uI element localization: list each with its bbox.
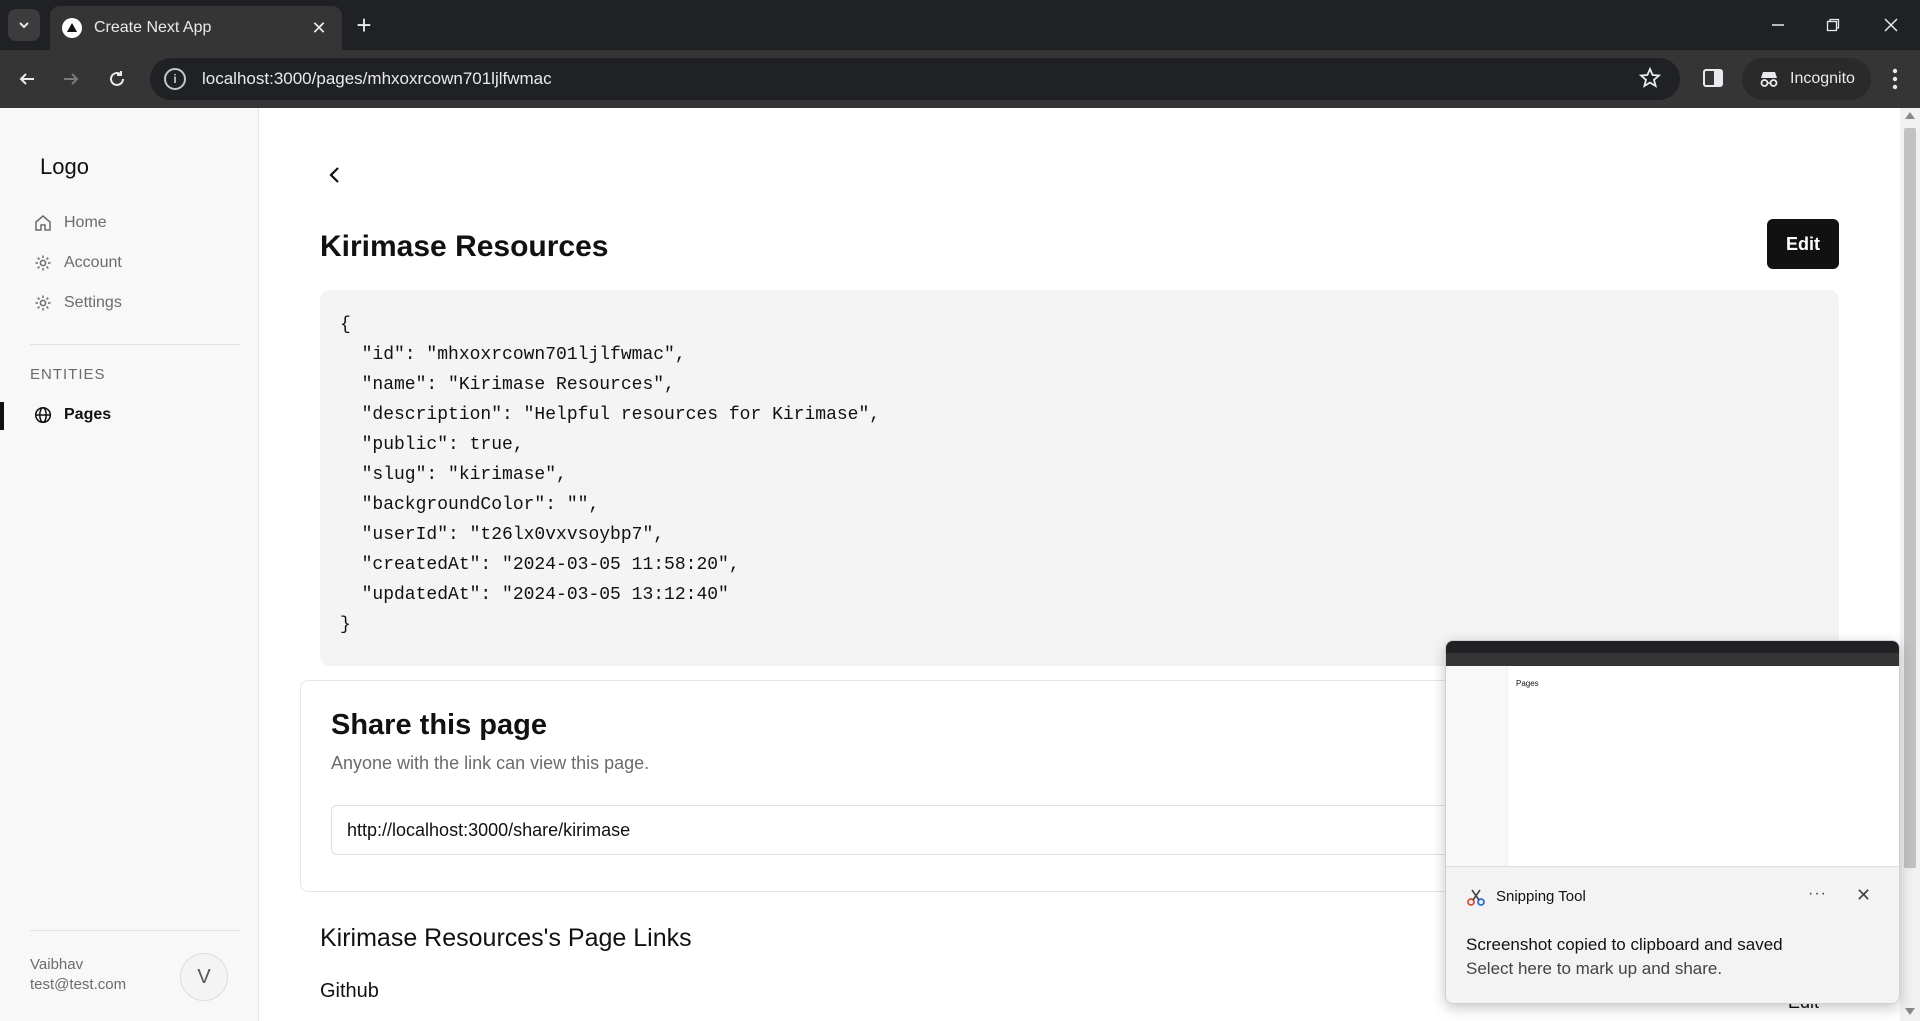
forward-button[interactable] (56, 64, 86, 94)
tab-title: Create Next App (94, 19, 212, 36)
back-button[interactable] (12, 64, 42, 94)
scissors-icon (1466, 887, 1486, 907)
thumbnail-tab-bar (1446, 641, 1899, 653)
json-preview: { "id": "mhxoxrcown701ljlfwmac", "name":… (320, 290, 1839, 666)
nextjs-icon (62, 18, 82, 38)
snipping-tool-notification[interactable]: Pages Snipping Tool ··· ✕ Screenshot cop… (1445, 640, 1900, 1004)
json-line: "userId": "t26lx0vxvsoybp7", (340, 525, 665, 545)
close-icon (1884, 18, 1898, 32)
incognito-icon (1760, 72, 1778, 87)
sidebar-item-pages[interactable]: Pages (34, 406, 111, 424)
json-line: "updatedAt": "2024-03-05 13:12:40" (340, 585, 729, 605)
json-line: "name": "Kirimase Resources", (340, 375, 675, 395)
sidebar: Logo Home Account Settings ENTITIES Page… (0, 108, 259, 1021)
avatar[interactable]: V (180, 953, 228, 1001)
reload-button[interactable] (102, 64, 132, 94)
minimize-button[interactable] (1755, 10, 1801, 40)
back-link[interactable] (320, 160, 350, 190)
screenshot-thumbnail[interactable]: Pages (1446, 641, 1899, 867)
arrow-right-icon (64, 73, 79, 85)
json-line: "id": "mhxoxrcown701ljlfwmac", (340, 345, 686, 365)
close-window-button[interactable] (1868, 10, 1914, 40)
edit-button[interactable]: Edit (1767, 219, 1839, 269)
browser-tab[interactable]: Create Next App ✕ (50, 6, 342, 50)
gear-icon (35, 295, 51, 311)
scrollbar-thumb[interactable] (1904, 128, 1916, 868)
scroll-up-icon[interactable] (1905, 112, 1915, 119)
gear-icon (35, 255, 51, 271)
active-indicator (0, 402, 4, 430)
globe-icon (34, 406, 52, 424)
new-tab-button[interactable]: + (350, 12, 378, 40)
reload-icon (110, 71, 124, 86)
share-subtitle: Anyone with the link can view this page. (331, 753, 650, 773)
incognito-indicator[interactable]: Incognito (1742, 58, 1871, 100)
url-text: localhost:3000/pages/mhxoxrcown701ljlfwm… (202, 69, 552, 88)
more-options-icon[interactable]: ··· (1808, 885, 1827, 903)
json-line: } (340, 615, 351, 635)
browser-tab-bar: Create Next App ✕ + (0, 0, 1920, 50)
browser-toolbar: i localhost:3000/pages/mhxoxrcown701ljlf… (0, 50, 1920, 108)
app-logo[interactable]: Logo (40, 154, 89, 180)
browser-menu-button[interactable] (1880, 64, 1910, 94)
address-bar[interactable]: i localhost:3000/pages/mhxoxrcown701ljlf… (150, 58, 1680, 100)
json-line: "description": "Helpful resources for Ki… (340, 405, 881, 425)
json-line: "public": true, (340, 435, 524, 455)
share-title: Share this page (331, 709, 547, 741)
page-links-heading: Kirimase Resources's Page Links (320, 924, 692, 952)
close-tab-icon[interactable]: ✕ (308, 18, 330, 39)
sidebar-item-settings[interactable]: Settings (34, 294, 122, 312)
tab-search-button[interactable] (8, 9, 40, 41)
sidebar-item-label: Pages (64, 406, 112, 423)
bookmark-star-icon[interactable] (1638, 66, 1662, 95)
sidebar-item-label: Home (64, 214, 107, 231)
sidebar-item-label: Account (64, 254, 122, 271)
minimize-icon (1772, 24, 1784, 26)
json-line: "createdAt": "2024-03-05 11:58:20", (340, 555, 740, 575)
thumbnail-title: Pages (1516, 679, 1539, 688)
kebab-menu-icon (1892, 68, 1898, 90)
restore-icon (1826, 18, 1840, 32)
json-line: { (340, 315, 351, 335)
chevron-left-icon (329, 167, 339, 183)
toast-sub-message: Select here to mark up and share. (1466, 959, 1723, 978)
user-name: Vaibhav (30, 956, 84, 973)
sidebar-divider (30, 930, 240, 931)
incognito-label: Incognito (1790, 70, 1855, 87)
json-line: "backgroundColor": "", (340, 495, 600, 515)
list-item[interactable]: Github (320, 980, 379, 1003)
side-panel-button[interactable] (1700, 65, 1726, 96)
close-icon[interactable]: ✕ (1856, 885, 1871, 906)
thumbnail-sidebar (1446, 666, 1508, 866)
home-icon (35, 215, 51, 231)
chevron-down-icon (19, 22, 29, 29)
sidebar-item-home[interactable]: Home (34, 214, 107, 232)
site-info-icon[interactable]: i (164, 68, 186, 90)
entities-heading: ENTITIES (30, 366, 106, 383)
user-email: test@test.com (30, 976, 127, 993)
thumbnail-toolbar (1446, 653, 1899, 666)
arrow-left-icon (19, 73, 34, 85)
scroll-down-icon[interactable] (1905, 1008, 1915, 1015)
scrollbar[interactable] (1900, 108, 1920, 1021)
toast-message: Screenshot copied to clipboard and saved (1466, 935, 1783, 954)
sidebar-item-label: Settings (64, 294, 122, 311)
toast-app-name: Snipping Tool (1496, 888, 1586, 905)
json-line: "slug": "kirimase", (340, 465, 567, 485)
page-title: Kirimase Resources (320, 230, 609, 263)
restore-button[interactable] (1810, 10, 1856, 40)
sidebar-divider (30, 344, 240, 345)
sidebar-item-account[interactable]: Account (34, 254, 122, 272)
side-panel-icon (1703, 69, 1723, 87)
